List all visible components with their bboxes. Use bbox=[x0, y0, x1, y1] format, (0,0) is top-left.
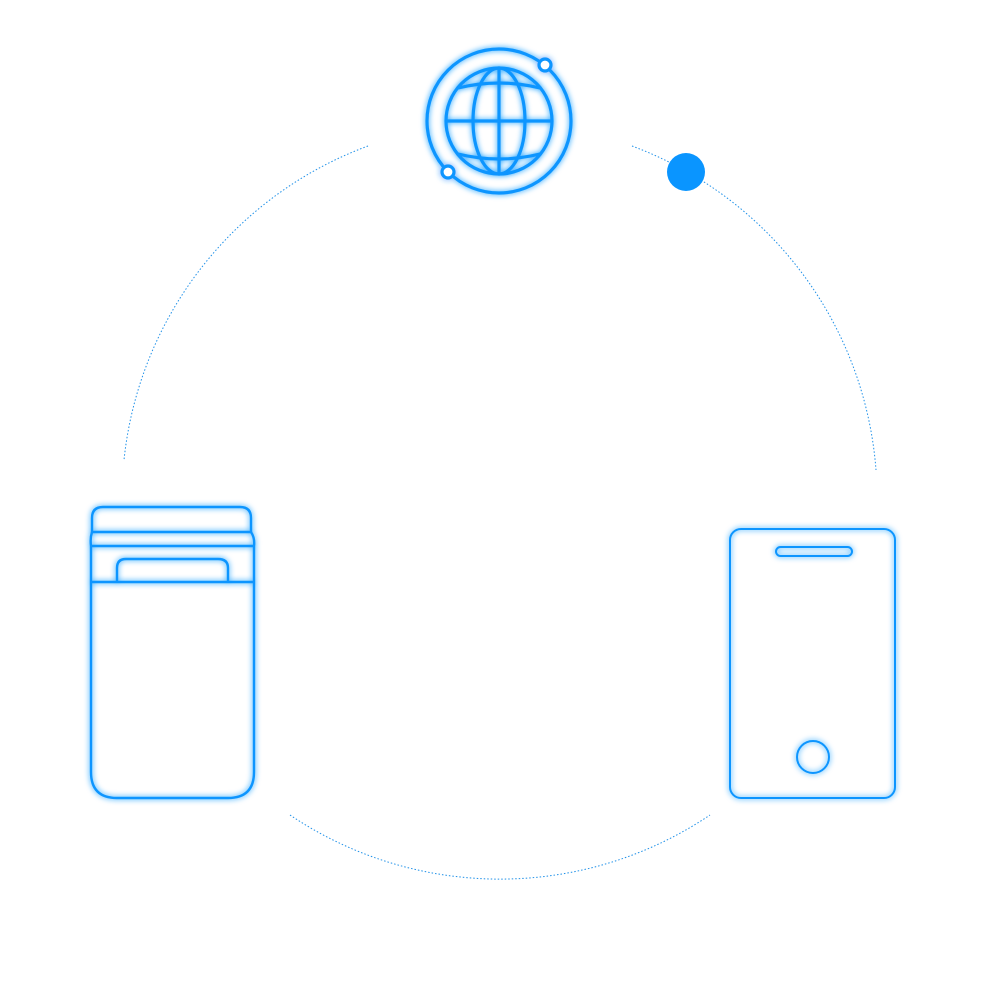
orbit-indicator-dot bbox=[667, 153, 705, 191]
phone-node bbox=[729, 528, 896, 799]
phone-home-button bbox=[796, 740, 830, 774]
connector-ring bbox=[123, 145, 877, 880]
connector-arc-router-phone bbox=[289, 814, 711, 880]
phone-speaker bbox=[775, 546, 853, 557]
router-node bbox=[89, 505, 256, 800]
connector-arc-internet-phone bbox=[631, 145, 877, 471]
diagram-canvas bbox=[89, 47, 896, 880]
network-diagram bbox=[0, 0, 1000, 1000]
smartphone-icon bbox=[729, 528, 896, 799]
globe-icon bbox=[425, 47, 573, 195]
connector-arc-internet-router bbox=[123, 145, 369, 461]
internet-node bbox=[425, 47, 573, 195]
router-icon bbox=[89, 505, 256, 800]
